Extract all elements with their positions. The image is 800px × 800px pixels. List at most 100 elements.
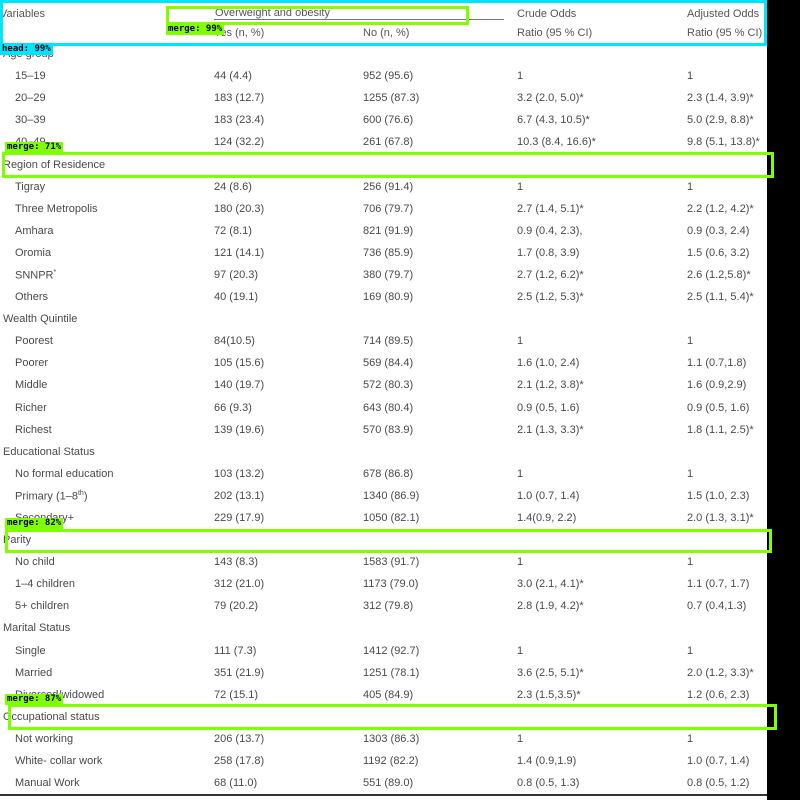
section-title: Wealth Quintile [3,313,78,326]
merge-tag-4: merge: 87% [5,694,64,705]
cell-adjusted: 1.6 (0.9,2.9) [687,379,747,392]
cell-adjusted: 1 [687,556,694,569]
cell-crude: 0.9 (0.4, 2.3), [517,224,583,237]
cell-no: 952 (95.6) [363,70,414,83]
cell-no: 570 (83.9) [363,423,414,436]
cell-adjusted: 1 [687,180,694,193]
results-table: Variables Overweight and obesity Crude O… [0,0,767,794]
cell-yes: 72 (8.1) [214,224,252,237]
merge-box-1 [166,6,469,25]
cell-adjusted: 0.9 (0.5, 1.6) [687,401,750,414]
cell-yes: 24 (8.6) [214,180,252,193]
cell-adjusted: 0.8 (0.5, 1.2) [687,777,750,790]
cell-no: 600 (76.6) [363,114,414,127]
cell-crude: 3.2 (2.0, 5.0)* [517,92,584,105]
head-tag: head: 99% [0,44,53,55]
cell-no: 1303 (86.3) [363,732,420,745]
merge-tag-3: merge: 82% [5,518,64,529]
cell-adjusted: 1.2 (0.6, 2.3) [687,688,750,701]
cell-no: 380 (79.7) [363,268,414,281]
section-header-row: Marital Status [0,617,767,639]
cell-no: 1192 (82.2) [363,755,419,768]
cell-adjusted: 1 [687,467,694,480]
cell-crude: 1 [517,180,524,193]
row-label: Richer [15,401,47,414]
cell-adjusted: 1.5 (1.0, 2.3) [687,489,750,502]
cell-no: 736 (85.9) [363,246,414,259]
cell-yes: 124 (32.2) [214,136,265,149]
cell-no: 1050 (82.1) [363,512,420,525]
cell-crude: 6.7 (4.3, 10.5)* [517,114,590,127]
cell-yes: 206 (13.7) [214,732,265,745]
document-page: Variables Overweight and obesity Crude O… [0,0,767,800]
table-row: Married 351 (21.9) 1251 (78.1) 3.6 (2.5, 5.… [0,662,767,684]
row-label: SNNPR* [15,268,57,282]
cell-adjusted: 2.0 (1.3, 3.1)* [687,512,754,525]
cell-adjusted: 2.6 (1.2,5.8)* [687,268,751,281]
cell-no: 1583 (91.7) [363,556,420,569]
row-label: Three Metropolis [15,202,98,215]
cell-no: 261 (67.8) [363,136,414,149]
cell-yes: 72 (15.1) [214,688,259,701]
cell-adjusted: 1 [687,335,694,348]
cell-crude: 10.3 (8.4, 16.6)* [517,136,596,149]
row-label: White- collar work [15,755,103,768]
cell-crude: 1.6 (1.0, 2.4) [517,357,580,370]
cell-yes: 44 (4.4) [214,70,252,83]
cell-adjusted: 2.3 (1.4, 3.9)* [687,92,754,105]
cell-crude: 1 [517,70,524,83]
table-row: Poorer 105 (15.6) 569 (84.4) 1.6 (1.0, 2.4)… [0,352,767,374]
row-label: Amhara [15,224,54,237]
cell-adjusted: 1 [687,70,694,83]
cell-crude: 2.5 (1.2, 5.3)* [517,291,584,304]
section-title: Age group [0,43,767,65]
cell-yes: 121 (14.1) [214,246,265,259]
cell-yes: 84(10.5) [214,335,255,348]
cell-yes: 143 (8.3) [214,556,259,569]
cell-yes: 68 (11.0) [214,777,258,790]
row-label: 1–4 children [15,578,75,591]
cell-crude: 2.3 (1.5,3.5)* [517,688,581,701]
cell-crude: 1.4(0.9, 2.2) [517,512,577,525]
cell-crude: 1.7 (0.8, 3.9) [517,246,580,259]
cell-yes: 79 (20.2) [214,600,259,613]
row-label: 30–39 [15,114,46,127]
cell-crude: 2.1 (1.3, 3.3)* [517,423,584,436]
row-label: Others [15,291,49,304]
cell-yes: 140 (19.7) [214,379,265,392]
cell-no: 706 (79.7) [363,202,414,215]
cell-adjusted: 1.0 (0.7, 1.4) [687,755,750,768]
table-row: Tigray 24 (8.6) 256 (91.4) 1 1 [0,176,767,198]
cell-yes: 139 (19.6) [214,423,265,436]
cell-no: 678 (86.8) [363,467,414,480]
cell-adjusted: 2.0 (1.2, 3.3)* [687,666,754,679]
row-label: Tigray [15,180,46,193]
cell-adjusted: 1 [687,732,694,745]
table-row: 20–29 183 (12.7) 1255 (87.3) 3.2 (2.0, 5.0)… [0,87,767,109]
cell-crude: 1.4 (0.9,1.9) [517,755,577,768]
row-label: Primary (1–8th) [15,489,88,503]
cell-crude: 2.7 (1.4, 5.1)* [517,202,584,215]
cell-adjusted: 9.8 (5.1, 13.8)* [687,136,760,149]
table-row: Not working 206 (13.7) 1303 (86.3) 1 1 [0,728,767,750]
cell-no: 569 (84.4) [363,357,414,370]
table-row: SNNPR* 97 (20.3) 380 (79.7) 2.7 (1.2, 6.2)*… [0,264,767,286]
section-title: Educational Status [3,445,95,458]
cell-crude: 1 [517,556,524,569]
table-row: 40–49124 (32.2)261 (67.8)10.3 (8.4, 16.6… [0,131,767,153]
cell-crude: 1 [517,467,524,480]
row-label: Middle [15,379,48,392]
section-title: Marital Status [3,622,71,635]
table-bottom-rule [0,794,767,796]
cell-yes: 258 (17.8) [214,755,265,768]
cell-adjusted: 1.1 (0.7, 1.7) [687,578,750,591]
cell-crude: 1 [517,335,524,348]
cell-no: 405 (84.9) [363,688,414,701]
table-row: Amhara 72 (8.1) 821 (91.9) 0.9 (0.4, 2.3), 0… [0,220,767,242]
cell-crude: 0.8 (0.5, 1.3) [517,777,580,790]
table-row: 5+ children 79 (20.2) 312 (79.8) 2.8 (1.9, … [0,595,767,617]
row-label: Not working [15,732,74,745]
cell-no: 256 (91.4) [363,180,414,193]
cell-crude: 3.0 (2.1, 4.1)* [517,578,584,591]
row-label: Oromia [15,246,52,259]
